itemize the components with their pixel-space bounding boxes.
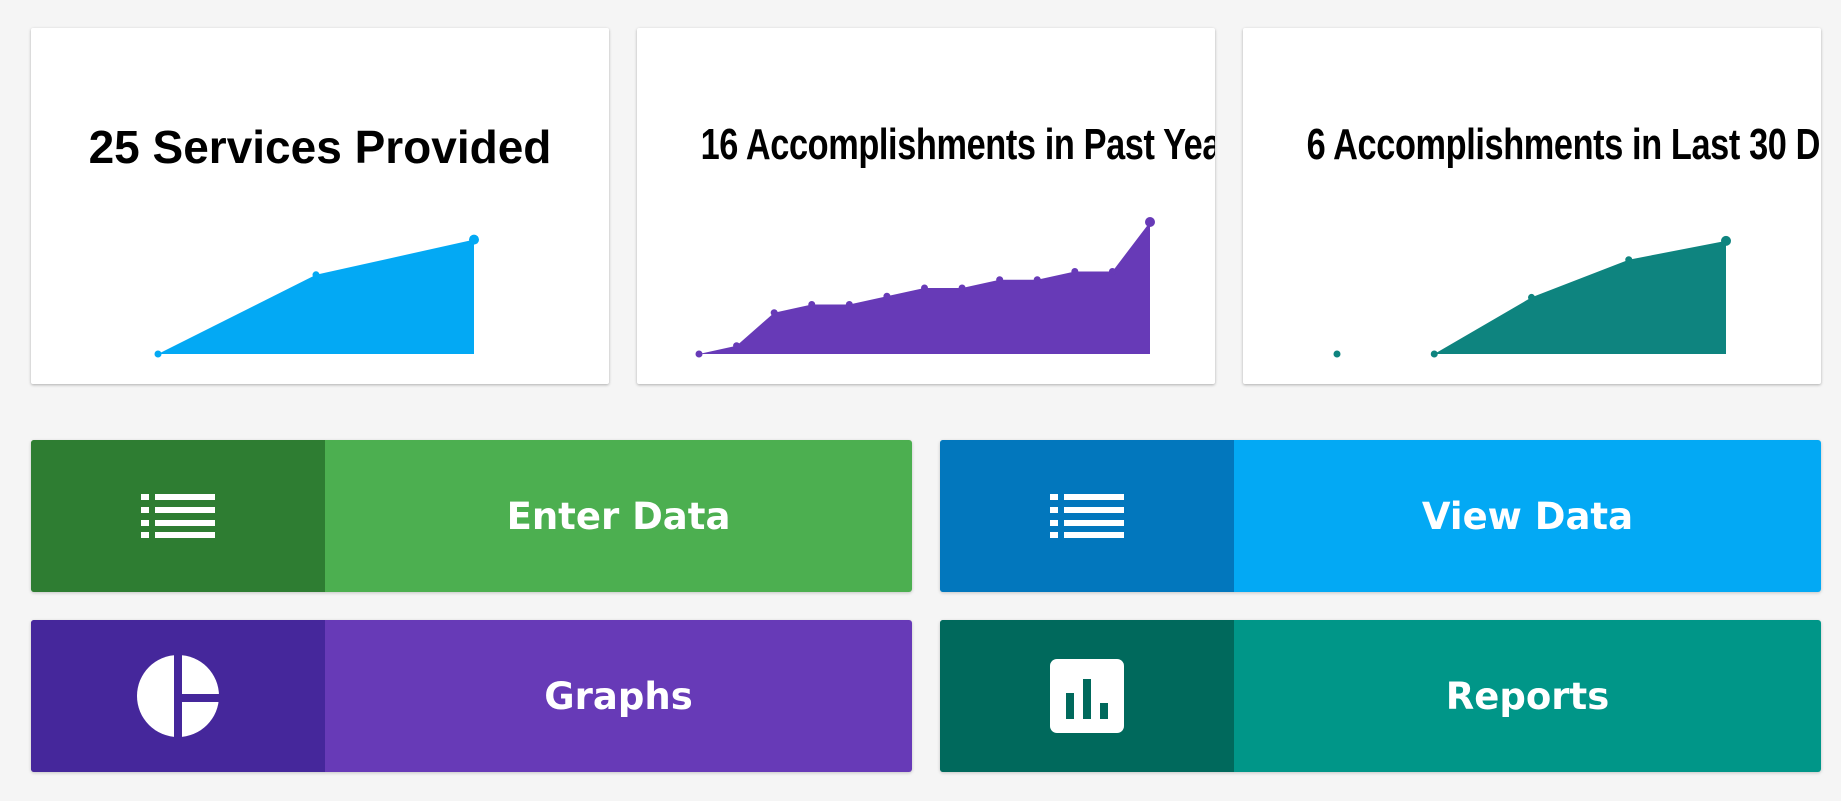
icon-box xyxy=(31,440,325,592)
view-data-button[interactable]: View Data xyxy=(940,440,1821,592)
data-point xyxy=(733,342,741,350)
list-icon xyxy=(141,494,215,538)
pie-chart-icon xyxy=(137,654,220,738)
data-point xyxy=(312,271,320,279)
icon-box xyxy=(31,620,325,772)
data-point xyxy=(883,292,891,300)
button-label: Reports xyxy=(1445,674,1610,718)
data-point xyxy=(921,284,928,292)
stat-card-accomplishments-year: 16 Accomplishments in Past Year xyxy=(637,28,1215,384)
data-point xyxy=(958,284,966,292)
data-point xyxy=(996,276,1004,284)
list-icon xyxy=(1050,494,1124,538)
bar-chart-icon xyxy=(1050,659,1124,733)
data-point xyxy=(1430,350,1438,358)
reports-button[interactable]: Reports xyxy=(940,620,1821,772)
graphs-button[interactable]: Graphs xyxy=(31,620,912,772)
data-point xyxy=(770,309,778,317)
icon-box xyxy=(940,620,1234,772)
stat-card-services: 25 Services Provided xyxy=(31,28,609,384)
data-point xyxy=(1108,268,1116,275)
page-footer-strip xyxy=(0,790,1841,801)
sparkline-chart xyxy=(154,234,479,358)
data-point xyxy=(1528,293,1535,301)
data-point xyxy=(1145,217,1155,227)
button-label: Graphs xyxy=(544,674,693,718)
button-label: Enter Data xyxy=(506,494,731,538)
sparkline-chart xyxy=(695,217,1155,358)
button-label: View Data xyxy=(1421,494,1634,538)
data-point xyxy=(1033,276,1041,284)
data-point xyxy=(1071,268,1079,275)
data-point xyxy=(1625,256,1633,264)
sparkline-chart xyxy=(1333,235,1731,358)
stat-card-accomplishments-30-days: 6 Accomplishments in Last 30 Days xyxy=(1243,28,1821,384)
data-point xyxy=(1333,350,1341,358)
data-point xyxy=(154,350,162,358)
data-point xyxy=(695,350,703,358)
data-point xyxy=(808,301,816,308)
icon-box xyxy=(940,440,1234,592)
data-point xyxy=(469,234,479,245)
sparkline-area xyxy=(158,239,474,354)
data-point xyxy=(1721,235,1731,246)
enter-data-button[interactable]: Enter Data xyxy=(31,440,912,592)
data-point xyxy=(845,301,853,308)
